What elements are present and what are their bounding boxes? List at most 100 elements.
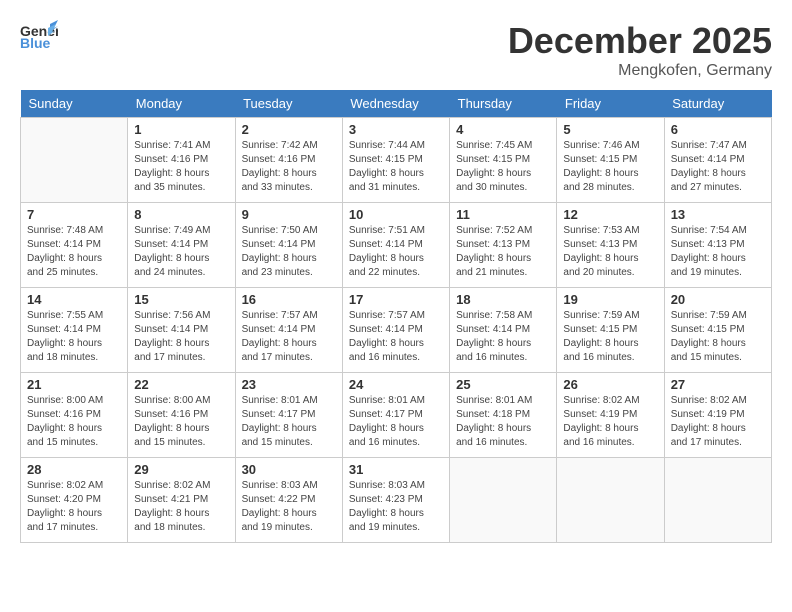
day-number: 20 — [671, 292, 765, 307]
day-info: Sunrise: 7:46 AM Sunset: 4:15 PM Dayligh… — [563, 139, 657, 195]
day-info: Sunrise: 7:42 AM Sunset: 4:16 PM Dayligh… — [242, 139, 336, 195]
day-number: 13 — [671, 207, 765, 222]
day-info: Sunrise: 8:01 AM Sunset: 4:18 PM Dayligh… — [456, 394, 550, 450]
day-info: Sunrise: 7:54 AM Sunset: 4:13 PM Dayligh… — [671, 224, 765, 280]
table-row: 21 Sunrise: 8:00 AM Sunset: 4:16 PM Dayli… — [21, 373, 128, 458]
table-row — [450, 458, 557, 543]
table-row: 20 Sunrise: 7:59 AM Sunset: 4:15 PM Dayli… — [664, 288, 771, 373]
calendar-week-row: 21 Sunrise: 8:00 AM Sunset: 4:16 PM Dayli… — [21, 373, 772, 458]
day-number: 18 — [456, 292, 550, 307]
table-row: 29 Sunrise: 8:02 AM Sunset: 4:21 PM Dayli… — [128, 458, 235, 543]
day-info: Sunrise: 7:41 AM Sunset: 4:16 PM Dayligh… — [134, 139, 228, 195]
day-number: 28 — [27, 462, 121, 477]
table-row: 11Sunrise: 7:52 AM Sunset: 4:13 PM Dayli… — [450, 203, 557, 288]
day-info: Sunrise: 7:58 AM Sunset: 4:14 PM Dayligh… — [456, 309, 550, 365]
day-number: 7 — [27, 207, 121, 222]
col-saturday: Saturday — [664, 90, 771, 118]
table-row: 24Sunrise: 8:01 AM Sunset: 4:17 PM Dayli… — [342, 373, 449, 458]
calendar-table: Sunday Monday Tuesday Wednesday Thursday… — [20, 90, 772, 543]
table-row: 26Sunrise: 8:02 AM Sunset: 4:19 PM Dayli… — [557, 373, 664, 458]
table-row: 14 Sunrise: 7:55 AM Sunset: 4:14 PM Dayli… — [21, 288, 128, 373]
day-info: Sunrise: 7:52 AM Sunset: 4:13 PM Dayligh… — [456, 224, 550, 280]
col-friday: Friday — [557, 90, 664, 118]
day-number: 25 — [456, 377, 550, 392]
table-row: 22 Sunrise: 8:00 AM Sunset: 4:16 PM Dayli… — [128, 373, 235, 458]
table-row: 27 Sunrise: 8:02 AM Sunset: 4:19 PM Dayli… — [664, 373, 771, 458]
day-info: Sunrise: 8:02 AM Sunset: 4:19 PM Dayligh… — [563, 394, 657, 450]
col-sunday: Sunday — [21, 90, 128, 118]
month-title: December 2025 — [508, 20, 772, 62]
day-info: Sunrise: 7:59 AM Sunset: 4:15 PM Dayligh… — [671, 309, 765, 365]
day-info: Sunrise: 7:57 AM Sunset: 4:14 PM Dayligh… — [349, 309, 443, 365]
table-row: 16 Sunrise: 7:57 AM Sunset: 4:14 PM Dayli… — [235, 288, 342, 373]
table-row: 8 Sunrise: 7:49 AM Sunset: 4:14 PM Daylig… — [128, 203, 235, 288]
day-number: 1 — [134, 122, 228, 137]
day-info: Sunrise: 8:02 AM Sunset: 4:20 PM Dayligh… — [27, 479, 121, 535]
day-info: Sunrise: 8:02 AM Sunset: 4:19 PM Dayligh… — [671, 394, 765, 450]
day-number: 31 — [349, 462, 443, 477]
table-row: 25 Sunrise: 8:01 AM Sunset: 4:18 PM Dayli… — [450, 373, 557, 458]
table-row: 9 Sunrise: 7:50 AM Sunset: 4:14 PM Daylig… — [235, 203, 342, 288]
table-row: 12Sunrise: 7:53 AM Sunset: 4:13 PM Dayli… — [557, 203, 664, 288]
day-number: 17 — [349, 292, 443, 307]
day-info: Sunrise: 7:59 AM Sunset: 4:15 PM Dayligh… — [563, 309, 657, 365]
day-info: Sunrise: 8:02 AM Sunset: 4:21 PM Dayligh… — [134, 479, 228, 535]
day-info: Sunrise: 7:45 AM Sunset: 4:15 PM Dayligh… — [456, 139, 550, 195]
calendar-week-row: 1 Sunrise: 7:41 AM Sunset: 4:16 PM Daylig… — [21, 118, 772, 203]
day-number: 22 — [134, 377, 228, 392]
location: Mengkofen, Germany — [508, 62, 772, 80]
day-info: Sunrise: 8:00 AM Sunset: 4:16 PM Dayligh… — [27, 394, 121, 450]
day-number: 27 — [671, 377, 765, 392]
day-number: 4 — [456, 122, 550, 137]
day-info: Sunrise: 7:57 AM Sunset: 4:14 PM Dayligh… — [242, 309, 336, 365]
day-info: Sunrise: 7:48 AM Sunset: 4:14 PM Dayligh… — [27, 224, 121, 280]
day-info: Sunrise: 7:50 AM Sunset: 4:14 PM Dayligh… — [242, 224, 336, 280]
table-row: 31Sunrise: 8:03 AM Sunset: 4:23 PM Dayli… — [342, 458, 449, 543]
table-row: 3Sunrise: 7:44 AM Sunset: 4:15 PM Daylig… — [342, 118, 449, 203]
table-row: 19 Sunrise: 7:59 AM Sunset: 4:15 PM Dayli… — [557, 288, 664, 373]
day-number: 12 — [563, 207, 657, 222]
day-number: 16 — [242, 292, 336, 307]
table-row — [21, 118, 128, 203]
day-number: 24 — [349, 377, 443, 392]
logo: General Blue — [20, 20, 58, 52]
day-number: 21 — [27, 377, 121, 392]
calendar-week-row: 14 Sunrise: 7:55 AM Sunset: 4:14 PM Dayli… — [21, 288, 772, 373]
day-number: 23 — [242, 377, 336, 392]
table-row: 6 Sunrise: 7:47 AM Sunset: 4:14 PM Daylig… — [664, 118, 771, 203]
day-number: 6 — [671, 122, 765, 137]
page-header: General Blue December 2025 Mengkofen, Ge… — [20, 20, 772, 80]
day-number: 8 — [134, 207, 228, 222]
table-row: 7 Sunrise: 7:48 AM Sunset: 4:14 PM Daylig… — [21, 203, 128, 288]
day-info: Sunrise: 7:56 AM Sunset: 4:14 PM Dayligh… — [134, 309, 228, 365]
day-number: 5 — [563, 122, 657, 137]
table-row: 13 Sunrise: 7:54 AM Sunset: 4:13 PM Dayli… — [664, 203, 771, 288]
calendar-week-row: 7 Sunrise: 7:48 AM Sunset: 4:14 PM Daylig… — [21, 203, 772, 288]
day-number: 2 — [242, 122, 336, 137]
day-info: Sunrise: 7:49 AM Sunset: 4:14 PM Dayligh… — [134, 224, 228, 280]
day-number: 19 — [563, 292, 657, 307]
day-info: Sunrise: 7:47 AM Sunset: 4:14 PM Dayligh… — [671, 139, 765, 195]
day-info: Sunrise: 8:01 AM Sunset: 4:17 PM Dayligh… — [242, 394, 336, 450]
day-info: Sunrise: 7:55 AM Sunset: 4:14 PM Dayligh… — [27, 309, 121, 365]
col-wednesday: Wednesday — [342, 90, 449, 118]
table-row: 30 Sunrise: 8:03 AM Sunset: 4:22 PM Dayli… — [235, 458, 342, 543]
table-row: 17 Sunrise: 7:57 AM Sunset: 4:14 PM Dayli… — [342, 288, 449, 373]
col-monday: Monday — [128, 90, 235, 118]
day-number: 29 — [134, 462, 228, 477]
logo-bird-icon: General Blue — [20, 20, 58, 52]
table-row: 18 Sunrise: 7:58 AM Sunset: 4:14 PM Dayli… — [450, 288, 557, 373]
title-block: December 2025 Mengkofen, Germany — [508, 20, 772, 80]
table-row: 28 Sunrise: 8:02 AM Sunset: 4:20 PM Dayli… — [21, 458, 128, 543]
day-number: 15 — [134, 292, 228, 307]
table-row: 10Sunrise: 7:51 AM Sunset: 4:14 PM Dayli… — [342, 203, 449, 288]
calendar-header-row: Sunday Monday Tuesday Wednesday Thursday… — [21, 90, 772, 118]
day-info: Sunrise: 8:00 AM Sunset: 4:16 PM Dayligh… — [134, 394, 228, 450]
day-number: 9 — [242, 207, 336, 222]
day-info: Sunrise: 8:03 AM Sunset: 4:22 PM Dayligh… — [242, 479, 336, 535]
day-number: 14 — [27, 292, 121, 307]
col-thursday: Thursday — [450, 90, 557, 118]
table-row — [557, 458, 664, 543]
day-number: 30 — [242, 462, 336, 477]
table-row: 15 Sunrise: 7:56 AM Sunset: 4:14 PM Dayli… — [128, 288, 235, 373]
